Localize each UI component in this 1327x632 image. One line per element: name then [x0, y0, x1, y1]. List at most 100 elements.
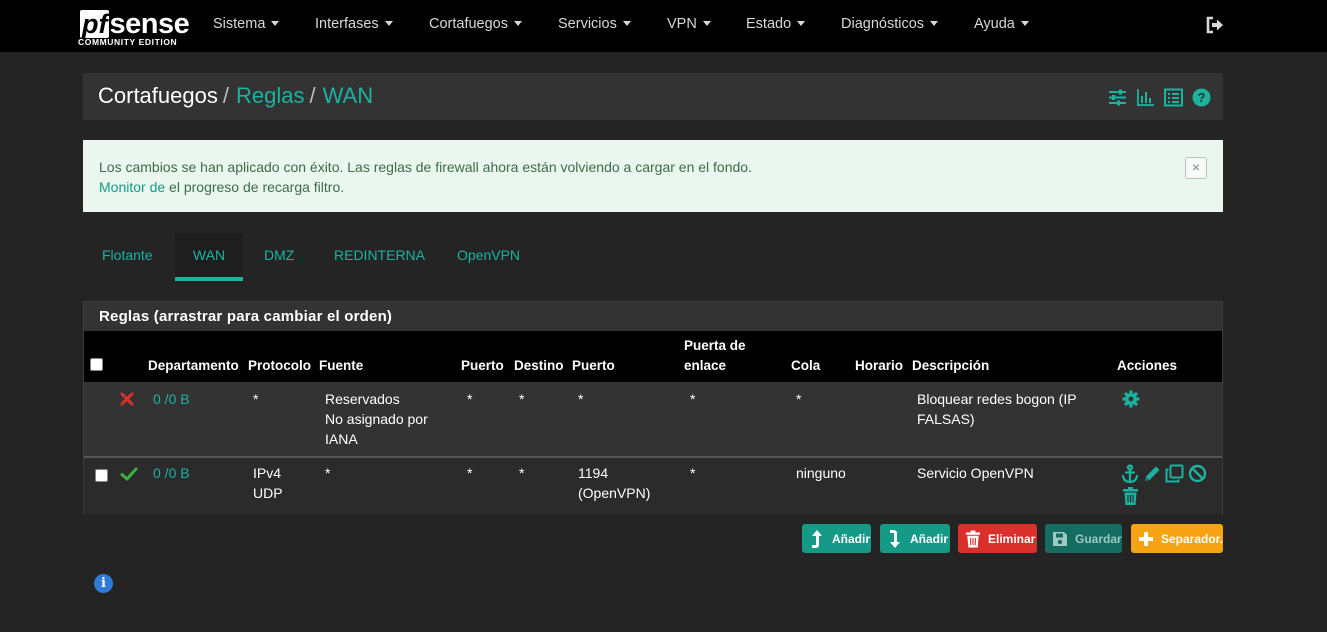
disable-icon[interactable]: [1188, 464, 1207, 483]
edition-label: COMMUNITY EDITION: [78, 37, 178, 47]
alert-close-button[interactable]: ×: [1185, 157, 1207, 179]
caret-down-icon: [514, 20, 522, 26]
header-destino: Destino: [514, 358, 564, 373]
nav-menu-label: Ayuda: [974, 16, 1015, 32]
nav-menu-estado[interactable]: Estado: [746, 16, 806, 32]
delete-button[interactable]: Eliminar: [958, 524, 1037, 553]
row-dest-port-l1: 1194: [578, 465, 609, 481]
trash-icon[interactable]: [1122, 487, 1139, 505]
row-source-l1: Reservados: [325, 391, 400, 407]
alert-line1: Los cambios se han aplicado con éxito. L…: [99, 159, 752, 175]
rules-panel: Reglas (arrastrar para cambiar el orden)…: [83, 301, 1223, 514]
pencil-icon[interactable]: [1143, 464, 1162, 483]
add-separator-button[interactable]: Separador.: [1131, 524, 1223, 553]
pfsense-logo[interactable]: pf sense COMMUNITY EDITION: [78, 4, 190, 48]
bar-chart-icon[interactable]: [1136, 88, 1155, 107]
nav-menu-servicios[interactable]: Servicios: [558, 16, 631, 32]
select-all-checkbox[interactable]: [90, 358, 103, 371]
info-icon[interactable]: i: [94, 574, 113, 593]
header-acciones: Acciones: [1117, 358, 1178, 373]
list-icon[interactable]: [1164, 88, 1183, 107]
header-puerta-enlace-l2: enlace: [684, 358, 727, 373]
svg-text:?: ?: [1198, 90, 1206, 105]
header-puerto-destino: Puerto: [572, 358, 615, 373]
row-protocol-l1: IPv4: [253, 465, 282, 481]
arrow-up-icon: [806, 524, 828, 553]
nav-menu-ayuda[interactable]: Ayuda: [974, 16, 1029, 32]
row-description: Bloquear redes bogon (IP FALSAS): [917, 389, 1077, 429]
table-row[interactable]: 0 /0 B IPv4 UDP * * * 1194 (OpenVPN) * nin…: [84, 458, 1222, 514]
add-rule-top-button[interactable]: Añadir: [802, 524, 871, 553]
row-destination: *: [519, 391, 525, 407]
header-horario: Horario: [855, 358, 904, 373]
nav-menu-cortafuegos[interactable]: Cortafuegos: [429, 16, 522, 32]
tab-openvpn[interactable]: OpenVPN: [457, 233, 520, 281]
row-protocol: IPv4 UDP: [253, 463, 283, 503]
row-protocol: *: [253, 391, 259, 407]
header-puerta-enlace: Puerta de enlace: [684, 336, 746, 376]
tab-wan[interactable]: WAN: [175, 233, 243, 281]
row-description-l1: Bloquear redes bogon (IP: [917, 391, 1077, 407]
tab-dmz[interactable]: DMZ: [264, 233, 294, 281]
nav-menu-diagnosticos[interactable]: Diagnósticos: [841, 16, 939, 32]
nav-menu-label: Estado: [746, 16, 792, 32]
gear-icon[interactable]: [1122, 390, 1140, 408]
trash-icon: [962, 524, 984, 553]
add-separator-label: Separador.: [1160, 531, 1223, 546]
alert-line2: el progreso de recarga filtro.: [165, 179, 345, 195]
row-description-l2: FALSAS): [917, 411, 975, 427]
row-dest-port: *: [578, 391, 584, 407]
rules-table-header: Departamento Protocolo Fuente Puerto Des…: [84, 331, 1222, 382]
add-rule-bottom-label: Añadir: [910, 531, 949, 546]
row-queue: *: [796, 391, 802, 407]
header-descripcion: Descripción: [912, 358, 990, 373]
save-button[interactable]: Guardar: [1045, 524, 1122, 553]
nav-menu-label: Interfases: [315, 16, 379, 32]
check-icon: [120, 467, 138, 481]
row-source: *: [325, 465, 331, 481]
nav-menu-interfases[interactable]: Interfases: [315, 16, 393, 32]
caret-down-icon: [622, 20, 631, 26]
header-departamento: Departamento: [148, 358, 239, 373]
top-navbar: pf sense COMMUNITY EDITION Sistema Interf…: [0, 0, 1327, 52]
caret-down-icon: [797, 20, 806, 26]
nav-menu-vpn[interactable]: VPN: [667, 16, 711, 32]
alert-monitor-link[interactable]: Monitor de: [99, 179, 165, 195]
tab-redinterna[interactable]: REDINTERNA: [334, 233, 425, 281]
sliders-icon[interactable]: [1108, 88, 1127, 107]
add-rule-bottom-button[interactable]: Añadir: [880, 524, 950, 553]
logo-sense: sense: [109, 8, 190, 40]
panel-title: Reglas (arrastrar para cambiar el orden): [99, 308, 393, 325]
add-rule-top-label: Añadir: [832, 531, 871, 546]
tab-flotante[interactable]: Flotante: [102, 233, 153, 281]
caret-down-icon: [1020, 20, 1029, 26]
row-select-checkbox[interactable]: [95, 469, 108, 482]
breadcrumb: Cortafuegos / Reglas / WAN: [98, 83, 373, 109]
row-source-port: *: [467, 391, 473, 407]
block-x-icon: [120, 392, 134, 406]
row-source-l2: No asignado por: [325, 411, 428, 427]
help-icon[interactable]: ?: [1192, 88, 1211, 107]
nav-menu-label: Diagnósticos: [841, 16, 925, 32]
copy-icon[interactable]: [1165, 464, 1184, 483]
nav-menu-sistema[interactable]: Sistema: [213, 16, 280, 32]
header-fuente: Fuente: [319, 358, 364, 373]
caret-down-icon: [930, 20, 939, 26]
row-states-link[interactable]: 0 /0 B: [153, 389, 190, 409]
breadcrumb-link-reglas[interactable]: Reglas: [236, 83, 304, 108]
row-destination: *: [519, 465, 525, 481]
row-states-link[interactable]: 0 /0 B: [153, 463, 190, 483]
nav-menu-label: VPN: [667, 16, 697, 32]
breadcrumb-link-wan[interactable]: WAN: [323, 83, 374, 108]
caret-down-icon: [702, 20, 711, 26]
caret-down-icon: [271, 20, 280, 26]
logout-icon[interactable]: [1205, 15, 1225, 35]
row-dest-port: 1194 (OpenVPN): [578, 463, 650, 503]
save-label: Guardar: [1075, 531, 1122, 546]
anchor-icon[interactable]: [1120, 464, 1140, 484]
floppy-icon: [1049, 524, 1071, 553]
header-protocolo: Protocolo: [248, 358, 311, 373]
breadcrumb-root: Cortafuegos: [98, 83, 218, 108]
nav-menu-label: Cortafuegos: [429, 16, 508, 32]
breadcrumb-separator: /: [309, 83, 316, 108]
